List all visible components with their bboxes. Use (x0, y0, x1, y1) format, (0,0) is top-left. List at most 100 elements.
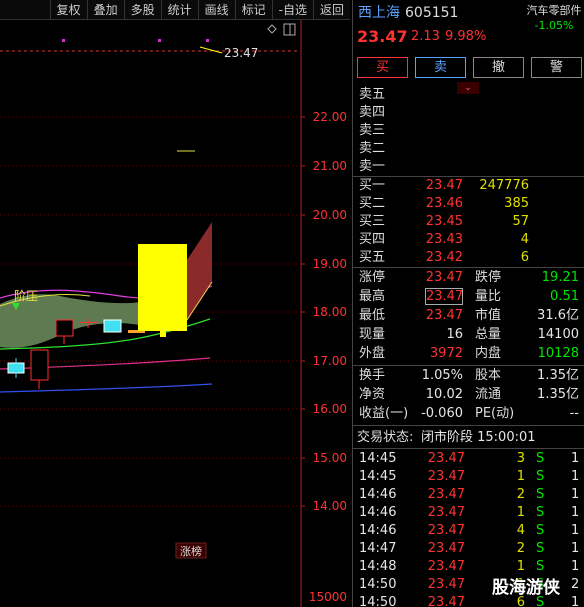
ask-label: 卖四 (359, 105, 386, 120)
price-tick: 17.00 (313, 354, 347, 368)
bid-price: 23.45 (425, 214, 463, 229)
current-price: 23.47 (357, 27, 408, 46)
stats-row: 外盘 3972 内盘 10128 (353, 345, 584, 363)
price-tick: 22.00 (313, 110, 347, 124)
tick-price: 23.47 (427, 541, 465, 556)
kline-chart[interactable]: 阶压 23.47 22.00 21.00 20.00 19.00 18.00 1… (0, 20, 350, 607)
top-marker (62, 39, 65, 42)
trade-status: 交易状态: 闭市阶段 15:00:01 (353, 429, 584, 447)
tick-side: S (536, 523, 545, 538)
bid-volume: 4 (520, 232, 529, 247)
stats-row: 最低 23.47 市值 31.6亿 (353, 307, 584, 325)
stat-label: 换手 (359, 368, 386, 383)
stat-label: 总量 (475, 327, 502, 342)
toolbar-multi-stock[interactable]: 多股 (123, 0, 161, 19)
candle (160, 320, 166, 337)
buy-button[interactable]: 买 (357, 57, 408, 78)
toolbar-draw-line[interactable]: 画线 (197, 0, 235, 19)
tick-time: 14:45 (359, 469, 397, 484)
tick-count: 1 (571, 523, 580, 538)
tick-count: 1 (571, 487, 580, 502)
tick-time: 14:46 (359, 487, 397, 502)
tick-row: 14:47 23.47 2 S 1 (353, 540, 584, 558)
candle (103, 319, 122, 333)
stock-name: 西上海 (358, 5, 400, 21)
bid-row[interactable]: 买三 23.45 57 (353, 213, 584, 231)
stat-label: 最高 (359, 289, 386, 304)
tick-count: 1 (571, 595, 580, 607)
tick-volume: 4 (516, 523, 525, 538)
toolbar-overlay[interactable]: 叠加 (86, 0, 124, 19)
sector-box[interactable]: 汽车零部件 -1.05% (525, 3, 583, 51)
toolbar-fuquan[interactable]: 复权 (49, 0, 87, 19)
pressure-label: 阶压 (14, 289, 38, 303)
ask-label: 卖五 (359, 87, 386, 102)
bid-label: 买三 (359, 214, 386, 229)
stat-label: 现量 (359, 327, 386, 342)
tick-volume: 2 (516, 541, 525, 556)
stat-value: 3972 (429, 346, 463, 361)
stat-label: 跌停 (475, 270, 502, 285)
ask-row: 卖五 (353, 86, 584, 104)
tick-row: 14:45 23.47 3 S 1 (353, 450, 584, 468)
toolbar-remove-watchlist[interactable]: -自选 (271, 0, 313, 19)
top-marker (158, 39, 161, 42)
price-tick: 14.00 (313, 499, 347, 513)
tick-volume: 1 (516, 469, 525, 484)
toolbar-back[interactable]: 返回 (312, 0, 350, 19)
price-tick: 15.00 (313, 451, 347, 465)
bid-row[interactable]: 买一 23.47 247776 (353, 177, 584, 195)
bid-row[interactable]: 买二 23.46 385 (353, 195, 584, 213)
stat-label: 流通 (475, 387, 502, 402)
bid-price: 23.47 (425, 178, 463, 193)
tick-price: 23.47 (427, 505, 465, 520)
stat-label: 内盘 (475, 346, 502, 361)
stat-value: 0.51 (550, 289, 579, 304)
tick-time: 14:50 (359, 577, 397, 592)
stat-label: 股本 (475, 368, 502, 383)
stat-label: 净资 (359, 387, 386, 402)
watermark: 股海游侠 (492, 578, 560, 598)
stat-value: 16 (446, 327, 463, 342)
top-marker (206, 39, 209, 42)
stat-value: 19.21 (541, 270, 579, 285)
stat-label: PE(动) (475, 406, 515, 421)
stat-value: 1.05% (421, 368, 463, 383)
tick-volume: 1 (516, 505, 525, 520)
stats-row: 涨停 23.47 跌停 19.21 (353, 269, 584, 287)
toolbar-statistics[interactable]: 统计 (160, 0, 198, 19)
price-tick: 21.00 (313, 159, 347, 173)
tick-side: S (536, 451, 545, 466)
stats-row: 现量 16 总量 14100 (353, 326, 584, 344)
tick-side: S (536, 469, 545, 484)
stat-label: 量比 (475, 289, 502, 304)
bid-label: 买四 (359, 232, 386, 247)
cancel-order-button[interactable]: 撤 (473, 57, 524, 78)
stats2-row: 净资 10.02 流通 1.35亿 (353, 386, 584, 404)
bid-volume: 57 (512, 214, 529, 229)
stat-label: 最低 (359, 308, 386, 323)
sector-name: 汽车零部件 (526, 4, 582, 17)
stats-row: 最高 23.47 量比 0.51 (353, 288, 584, 306)
bid-row[interactable]: 买四 23.43 4 (353, 231, 584, 249)
bid-volume: 247776 (479, 178, 529, 193)
ask-row: 卖四 (353, 104, 584, 122)
toolbar-mark[interactable]: 标记 (234, 0, 272, 19)
bid-price: 23.43 (425, 232, 463, 247)
tick-time: 14:50 (359, 595, 397, 607)
bid-row[interactable]: 买五 23.42 6 (353, 249, 584, 267)
tick-row: 14:46 23.47 4 S 1 (353, 522, 584, 540)
price-change-pct: 9.98% (445, 29, 487, 44)
sell-button[interactable]: 卖 (415, 57, 466, 78)
tick-side: S (536, 505, 545, 520)
alert-button[interactable]: 警 (531, 57, 582, 78)
price-tick: 19.00 (313, 257, 347, 271)
stat-value: 1.35亿 (537, 387, 579, 402)
stat-value: 10.02 (425, 387, 463, 402)
bid-label: 买五 (359, 250, 386, 265)
tick-price: 23.47 (427, 559, 465, 574)
tick-time: 14:46 (359, 523, 397, 538)
trade-status-value: 闭市阶段 15:00:01 (421, 430, 536, 445)
stat-value: -- (569, 406, 579, 421)
stat-label: 外盘 (359, 346, 386, 361)
